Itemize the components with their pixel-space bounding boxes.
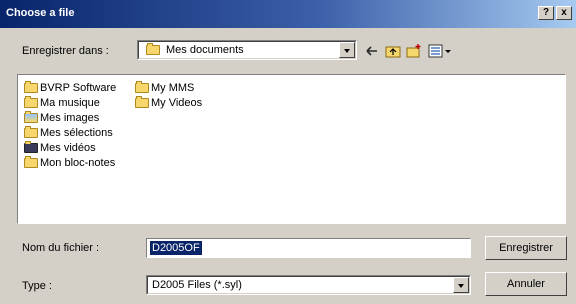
folder-icon — [24, 126, 38, 139]
cancel-button[interactable]: Annuler — [485, 272, 567, 296]
list-item[interactable]: Mon bloc-notes — [24, 155, 115, 171]
save-in-label: Enregistrer dans : — [22, 45, 109, 57]
file-name: Mes vidéos — [40, 142, 96, 154]
filetype-label: Type : — [22, 280, 52, 292]
file-list[interactable]: BVRP Software Ma musique Mes images Mes … — [17, 74, 566, 224]
title-bar: Choose a file ? x — [0, 0, 576, 28]
folder-icon — [24, 156, 38, 169]
list-item[interactable]: My Videos — [135, 95, 202, 111]
list-item[interactable]: Mes images — [24, 110, 99, 126]
close-button[interactable]: x — [556, 6, 572, 20]
video-folder-icon — [24, 141, 38, 154]
filename-label: Nom du fichier : — [22, 242, 100, 254]
chevron-down-icon[interactable] — [453, 277, 469, 293]
location-value: Mes documents — [166, 44, 244, 56]
file-name: My Videos — [151, 97, 203, 109]
file-name: Mes sélections — [40, 127, 113, 139]
file-name: Mon bloc-notes — [40, 157, 116, 169]
list-item[interactable]: My MMS — [135, 80, 194, 96]
documents-folder-icon — [146, 43, 160, 55]
back-icon[interactable] — [364, 43, 380, 59]
filetype-value: D2005 Files (*.syl) — [152, 279, 242, 291]
location-dropdown[interactable]: Mes documents — [137, 40, 357, 60]
dialog-title: Choose a file — [6, 7, 75, 19]
list-item[interactable]: Mes vidéos — [24, 140, 96, 156]
filename-value: D2005OF — [150, 241, 202, 255]
save-dialog: Choose a file ? x Enregistrer dans : Mes… — [0, 0, 576, 304]
pictures-folder-icon — [24, 111, 38, 124]
list-item[interactable]: Ma musique — [24, 95, 100, 111]
filetype-dropdown[interactable]: D2005 Files (*.syl) — [146, 275, 471, 295]
filename-input[interactable]: D2005OF — [146, 238, 471, 258]
file-name: Mes images — [40, 112, 100, 124]
view-menu-icon[interactable] — [428, 43, 452, 59]
file-name: My MMS — [151, 82, 195, 94]
music-folder-icon — [24, 96, 38, 109]
save-button[interactable]: Enregistrer — [485, 236, 567, 260]
folder-icon — [135, 96, 149, 109]
file-name: BVRP Software — [40, 82, 117, 94]
folder-icon — [135, 81, 149, 94]
new-folder-icon[interactable] — [406, 43, 422, 59]
list-item[interactable]: BVRP Software — [24, 80, 116, 96]
up-folder-icon[interactable] — [385, 43, 401, 59]
list-item[interactable]: Mes sélections — [24, 125, 113, 141]
chevron-down-icon[interactable] — [339, 42, 355, 58]
file-name: Ma musique — [40, 97, 100, 109]
help-button[interactable]: ? — [538, 6, 554, 20]
folder-icon — [24, 81, 38, 94]
